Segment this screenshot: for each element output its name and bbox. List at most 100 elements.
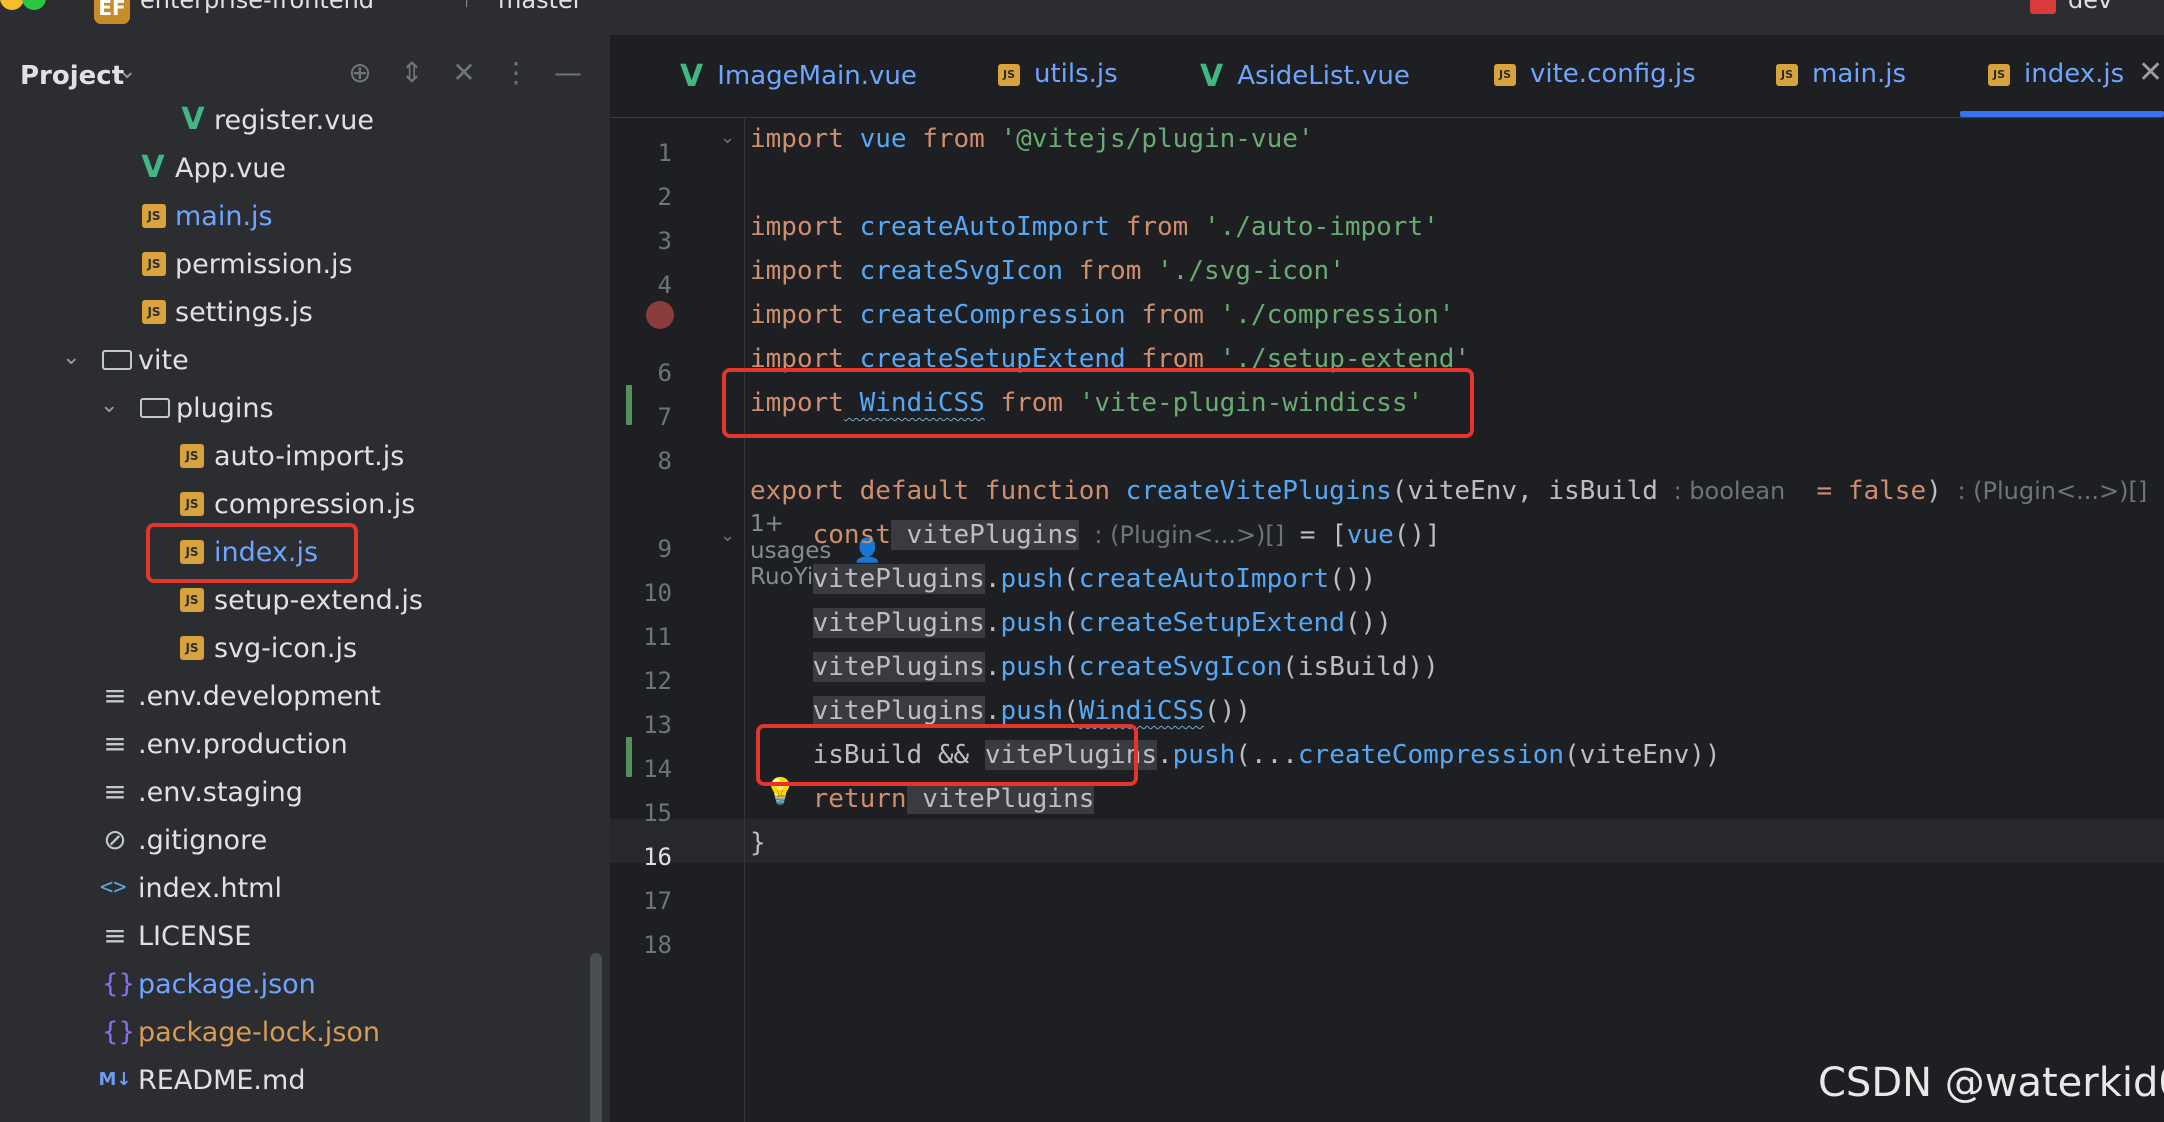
tab-utils-js[interactable]: JS utils.js [998, 59, 1118, 99]
tree-item-gitignore[interactable]: ⊘ .gitignore [0, 817, 610, 865]
text-file-icon: ≡ [103, 919, 127, 952]
vcs-change-marker[interactable] [626, 385, 632, 425]
current-line-highlight [610, 819, 2164, 863]
branch-icon: ᚴ [462, 0, 475, 11]
tree-item-readme-md[interactable]: M↓ README.md [0, 1057, 610, 1105]
tree-item-label: LICENSE [138, 921, 252, 952]
code-line-5: import createCompression from './compres… [750, 300, 1455, 330]
vcs-change-marker[interactable] [626, 737, 632, 777]
chevron-down-icon[interactable]: ⌄ [118, 59, 136, 84]
tab-asidelist-vue[interactable]: V AsideList.vue [1200, 59, 1410, 99]
code-line-17: } [750, 828, 766, 858]
tab-vite-config-js[interactable]: JS vite.config.js [1494, 59, 1696, 99]
tree-item-permission-js[interactable]: JS permission.js [0, 241, 610, 289]
options-menu-icon[interactable]: ⋮ [498, 55, 534, 91]
expand-all-icon[interactable]: ⇕ [394, 55, 430, 91]
tree-item-svg-icon-js[interactable]: JS svg-icon.js [0, 625, 610, 673]
tree-item-register-vue[interactable]: V register.vue [0, 97, 610, 145]
vue-file-icon: V [1200, 59, 1224, 94]
collapse-all-icon[interactable]: ✕ [446, 55, 482, 91]
line-number: 10 [643, 579, 672, 607]
tree-item-label: auto-import.js [214, 441, 405, 472]
project-panel-title[interactable]: Project [20, 61, 124, 91]
chevron-down-icon[interactable]: ⌄ [100, 393, 118, 418]
tree-item-compression-js[interactable]: JS compression.js [0, 481, 610, 529]
json-file-icon: {} [102, 1017, 136, 1047]
line-number: 6 [657, 359, 672, 387]
project-tree-scrollbar[interactable] [590, 953, 602, 1122]
tree-item-auto-import-js[interactable]: JS auto-import.js [0, 433, 610, 481]
breakpoint-icon[interactable] [646, 301, 674, 329]
html-file-icon: <> [100, 875, 127, 900]
tree-item-label: .env.production [138, 729, 348, 760]
tree-item-label: index.html [138, 873, 282, 904]
fold-icon[interactable]: ⌄ [720, 127, 735, 148]
highlight-box-import-windicss [722, 368, 1474, 438]
tree-item-env-staging[interactable]: ≡ .env.staging [0, 769, 610, 817]
code-editor: V ImageMain.vue JS utils.js V AsideList.vue… [610, 35, 2164, 1122]
watermark: CSDN @waterkid0 [1818, 1060, 2164, 1106]
run-config-selector[interactable]: dev [2068, 0, 2112, 14]
tab-main-js[interactable]: JS main.js [1776, 59, 1906, 99]
tab-label: ImageMain.vue [717, 61, 917, 91]
folder-icon [140, 398, 170, 418]
tree-item-env-production[interactable]: ≡ .env.production [0, 721, 610, 769]
tree-folder-vite[interactable]: ⌄ vite [0, 337, 610, 385]
js-file-icon: JS [180, 636, 204, 660]
tree-item-label: package.json [138, 969, 316, 1000]
gutter-separator [744, 117, 745, 1122]
tab-index-js[interactable]: JS index.js [1988, 59, 2124, 99]
editor-tab-bar: V ImageMain.vue JS utils.js V AsideList.vue… [610, 35, 2164, 118]
fold-icon[interactable]: ⌄ [720, 525, 735, 546]
tree-item-app-vue[interactable]: V App.vue [0, 145, 610, 193]
js-file-icon: JS [142, 300, 166, 324]
line-number: 18 [643, 931, 672, 959]
vue-file-icon: V [181, 102, 205, 137]
tree-item-label: plugins [176, 393, 274, 424]
code-line-11: vitePlugins.push(createAutoImport()) [812, 564, 1377, 594]
js-file-icon: JS [142, 204, 166, 228]
locate-file-icon[interactable]: ⊕ [342, 55, 378, 91]
minimize-window-button[interactable] [0, 0, 24, 10]
line-number: 15 [643, 799, 672, 827]
code-line-4: import createSvgIcon from './svg-icon' [750, 256, 1345, 286]
tree-item-label: .env.development [138, 681, 381, 712]
js-file-icon: JS [180, 588, 204, 612]
project-switcher[interactable]: enterprise-frontend [140, 0, 374, 14]
line-number: 17 [643, 887, 672, 915]
tree-item-license[interactable]: ≡ LICENSE [0, 913, 610, 961]
editor-gutter [610, 117, 745, 1122]
tree-item-main-js[interactable]: JS main.js [0, 193, 610, 241]
tree-item-label: settings.js [175, 297, 313, 328]
tree-item-index-html[interactable]: <> index.html [0, 865, 610, 913]
tree-item-package-lock-json[interactable]: {} package-lock.json [0, 1009, 610, 1057]
ignore-file-icon: ⊘ [103, 823, 127, 856]
highlight-box-index-js [146, 523, 358, 583]
tree-item-env-development[interactable]: ≡ .env.development [0, 673, 610, 721]
tree-folder-plugins[interactable]: ⌄ plugins [0, 385, 610, 433]
maximize-window-button[interactable] [22, 0, 46, 10]
tree-item-label: svg-icon.js [214, 633, 358, 664]
hide-panel-icon[interactable]: — [550, 55, 586, 91]
tab-label: utils.js [1034, 59, 1118, 89]
text-file-icon: ≡ [103, 775, 127, 808]
tree-item-settings-js[interactable]: JS settings.js [0, 289, 610, 337]
tree-item-label: .env.staging [138, 777, 303, 808]
line-number: 7 [657, 403, 672, 431]
tab-imagemain-vue[interactable]: V ImageMain.vue [680, 59, 917, 99]
line-number: 2 [657, 183, 672, 211]
tab-label: AsideList.vue [1237, 61, 1410, 91]
js-file-icon: JS [180, 492, 204, 516]
js-file-icon: JS [142, 252, 166, 276]
tree-item-setup-extend-js[interactable]: JS setup-extend.js [0, 577, 610, 625]
vcs-branch-switcher[interactable]: master [498, 0, 583, 14]
project-badge[interactable]: EF [94, 0, 130, 24]
line-number: 8 [657, 447, 672, 475]
line-number: 16 [643, 843, 672, 871]
tree-item-package-json[interactable]: {} package.json [0, 961, 610, 1009]
vue-file-icon: V [141, 150, 165, 185]
close-tab-icon[interactable]: ✕ [2138, 55, 2163, 90]
vue-file-icon: V [680, 59, 704, 94]
chevron-down-icon[interactable]: ⌄ [62, 345, 80, 370]
tree-item-label: App.vue [175, 153, 287, 184]
